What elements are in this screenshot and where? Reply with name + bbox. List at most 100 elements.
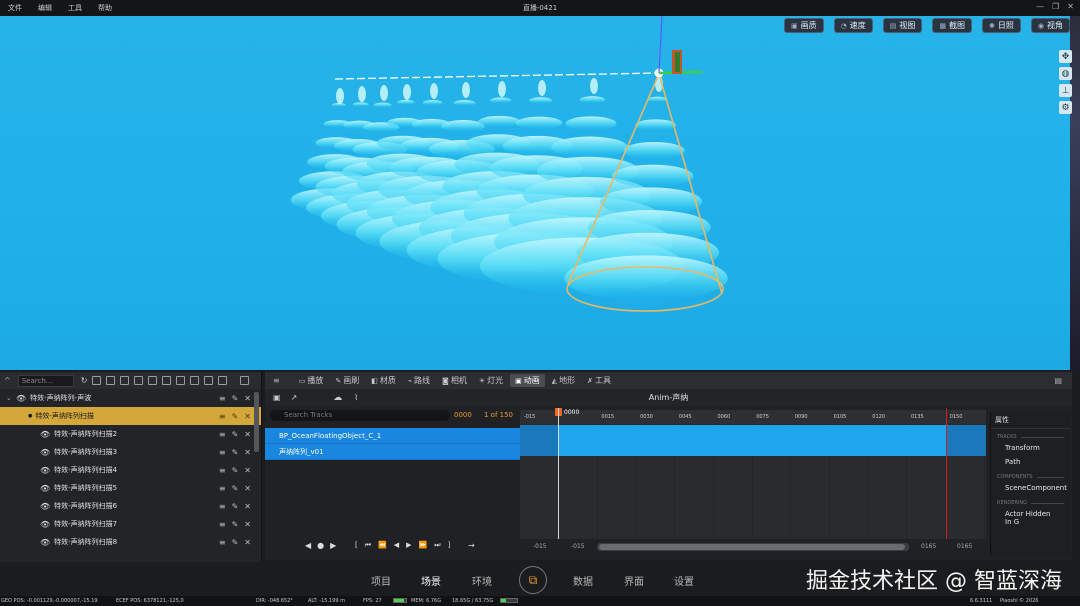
track-search-input[interactable]: Search Tracks	[270, 409, 450, 421]
nav-tab-scene[interactable]: 场景	[421, 573, 441, 588]
minimize-icon[interactable]: —	[1036, 2, 1044, 11]
frame-icon[interactable]	[176, 376, 186, 385]
screenshot-button[interactable]: ▦ 截图	[932, 18, 973, 33]
outliner-row[interactable]: 👁 特效-声纳阵列扫描5 ≡ ✎ ✕	[0, 479, 261, 497]
sequencer-menu-icon[interactable]: ≡	[273, 376, 280, 385]
playhead[interactable]	[558, 408, 559, 539]
sequencer-options-icon[interactable]: ▤	[1054, 376, 1062, 385]
duplicate-icon[interactable]	[162, 376, 172, 385]
3d-viewport[interactable]: ▣ 画质 ◔ 速度 ▤ 视图 ▦ 截图 ✺ 日照 ◉ 视角 ✥ ◍ ⊥ ⚙	[0, 16, 1080, 370]
sort-icon[interactable]: ≡	[219, 448, 226, 457]
delete-icon[interactable]: ✕	[244, 430, 251, 439]
prop-item[interactable]: SceneComponent	[991, 481, 1070, 495]
step-forward-icon[interactable]: ⏩	[419, 541, 428, 550]
outliner-row[interactable]: 👁 特效-声纳阵列扫描3 ≡ ✎ ✕	[0, 443, 261, 461]
outliner-row[interactable]: 👁 特效-声纳阵列扫描4 ≡ ✎ ✕	[0, 461, 261, 479]
timeline-scrollbar-thumb[interactable]	[599, 544, 905, 550]
track-row-sonar[interactable]: 声纳阵列_v01	[265, 444, 520, 460]
sort-icon[interactable]: ≡	[219, 538, 226, 547]
edit-icon[interactable]: ✎	[232, 520, 239, 529]
export-button[interactable]: →	[468, 541, 475, 550]
nav-tab-environment[interactable]: 环境	[472, 573, 492, 588]
sort-icon[interactable]: ≡	[219, 502, 226, 511]
delete-icon[interactable]: ✕	[244, 538, 251, 547]
delete-icon[interactable]: ✕	[244, 466, 251, 475]
range-end-icon[interactable]: ]	[448, 541, 451, 550]
delete-icon[interactable]: ✕	[244, 502, 251, 511]
seq-tab[interactable]: ▭ 播放	[294, 374, 329, 387]
prop-item[interactable]: Path	[991, 455, 1070, 469]
edit-icon[interactable]: ✎	[232, 448, 239, 457]
panel-toggle-icon[interactable]	[240, 376, 250, 385]
animation-clip[interactable]	[558, 425, 946, 456]
nav-tab-project[interactable]: 项目	[371, 573, 391, 588]
track-row-object[interactable]: BP_OceanFloatingObject_C_1	[265, 428, 520, 444]
next-key-icon[interactable]: ▶	[330, 541, 336, 550]
quality-button[interactable]: ▣ 画质	[784, 18, 824, 33]
refresh-icon[interactable]: ↻	[81, 376, 88, 385]
visibility-eye-icon[interactable]: 👁	[40, 484, 50, 493]
view-button[interactable]: ▤ 视图	[882, 18, 923, 33]
outliner-row[interactable]: 👁 特效-声纳阵列扫描2 ≡ ✎ ✕	[0, 425, 261, 443]
edit-icon[interactable]: ✎	[232, 430, 239, 439]
outliner-row[interactable]: ⌄ 👁 特效-声纳阵列-声波 ≡ ✎ ✕	[0, 389, 261, 407]
edit-icon[interactable]: ✎	[232, 394, 239, 403]
select-icon[interactable]	[92, 376, 102, 385]
current-frame[interactable]: 0000	[454, 411, 480, 419]
expand-chevron-icon[interactable]: ⌄	[6, 394, 16, 402]
edit-icon[interactable]: ✎	[232, 412, 239, 421]
folder-icon[interactable]	[134, 376, 144, 385]
seq-tab[interactable]: ⌁ 路线	[403, 374, 435, 387]
home-cube-icon[interactable]: ⧉	[519, 566, 547, 594]
seq-tab[interactable]: ✎ 画刷	[330, 374, 364, 387]
outliner-row[interactable]: ● 特效-声纳阵列扫描 ≡ ✎ ✕	[0, 407, 261, 425]
last-frame-icon[interactable]: ⏭	[434, 541, 440, 550]
list-icon[interactable]	[190, 376, 200, 385]
sunlight-button[interactable]: ✺ 日照	[982, 18, 1021, 33]
play-icon[interactable]: ▶	[406, 541, 411, 550]
sort-icon[interactable]: ≡	[219, 430, 226, 439]
edit-icon[interactable]: ✎	[232, 502, 239, 511]
menu-file[interactable]: 文件	[0, 3, 30, 13]
edit-icon[interactable]: ✎	[232, 484, 239, 493]
seq-tab[interactable]: ◧ 材质	[366, 374, 401, 387]
speed-button[interactable]: ◔ 速度	[833, 18, 873, 33]
nav-tab-settings[interactable]: 设置	[674, 573, 694, 588]
timeline-ruler[interactable]: -015 0015 0030 0045 0060 0075 0090 0105 0120 0135…	[520, 410, 986, 424]
visibility-eye-icon[interactable]: 👁	[16, 394, 26, 403]
sort-icon[interactable]: ≡	[219, 484, 226, 493]
globe-icon[interactable]: ◍	[1059, 67, 1072, 80]
calendar-icon[interactable]	[218, 376, 228, 385]
step-back-icon[interactable]: ◀	[394, 541, 399, 550]
edit-icon[interactable]: ✎	[232, 538, 239, 547]
seq-tab[interactable]: ▣ 动画	[510, 374, 545, 387]
seq-tab[interactable]: ☀ 灯光	[474, 374, 508, 387]
prop-item[interactable]: Actor Hidden In G	[991, 507, 1070, 529]
seq-tab[interactable]: ◙ 相机	[437, 374, 472, 387]
perspective-button[interactable]: ◉ 视角	[1030, 18, 1070, 33]
menu-edit[interactable]: 编辑	[30, 3, 60, 13]
outliner-row[interactable]: 👁 特效-声纳阵列扫描6 ≡ ✎ ✕	[0, 497, 261, 515]
outliner-row[interactable]: 👁 特效-声纳阵列扫描7 ≡ ✎ ✕	[0, 515, 261, 533]
delete-icon[interactable]: ✕	[244, 448, 251, 457]
timeline-track-area[interactable]	[520, 424, 986, 539]
add-key-icon[interactable]: ●	[317, 541, 324, 550]
seq-tab[interactable]: ✗ 工具	[582, 374, 616, 387]
focus-icon[interactable]	[106, 376, 116, 385]
prev-key-icon[interactable]: ◀	[305, 541, 311, 550]
axis-icon[interactable]: ⊥	[1059, 84, 1072, 97]
delete-icon[interactable]: ✕	[244, 520, 251, 529]
outliner-search-input[interactable]: Search...	[17, 374, 74, 387]
delete-icon[interactable]: ✕	[244, 484, 251, 493]
visibility-eye-icon[interactable]: 👁	[40, 538, 50, 547]
sort-icon[interactable]: ≡	[219, 520, 226, 529]
nav-tab-data[interactable]: 数据	[573, 573, 593, 588]
settings-icon[interactable]: ⚙	[1059, 101, 1072, 114]
nav-tab-interface[interactable]: 界面	[624, 573, 644, 588]
range-start-icon[interactable]: [	[355, 541, 358, 550]
visibility-eye-icon[interactable]: 👁	[40, 430, 50, 439]
copy-icon[interactable]	[148, 376, 158, 385]
checklist-icon[interactable]	[204, 376, 214, 385]
outliner-row[interactable]: 👁 特效-声纳阵列扫描8 ≡ ✎ ✕	[0, 533, 261, 551]
gizmo-z-axis[interactable]	[658, 16, 663, 74]
